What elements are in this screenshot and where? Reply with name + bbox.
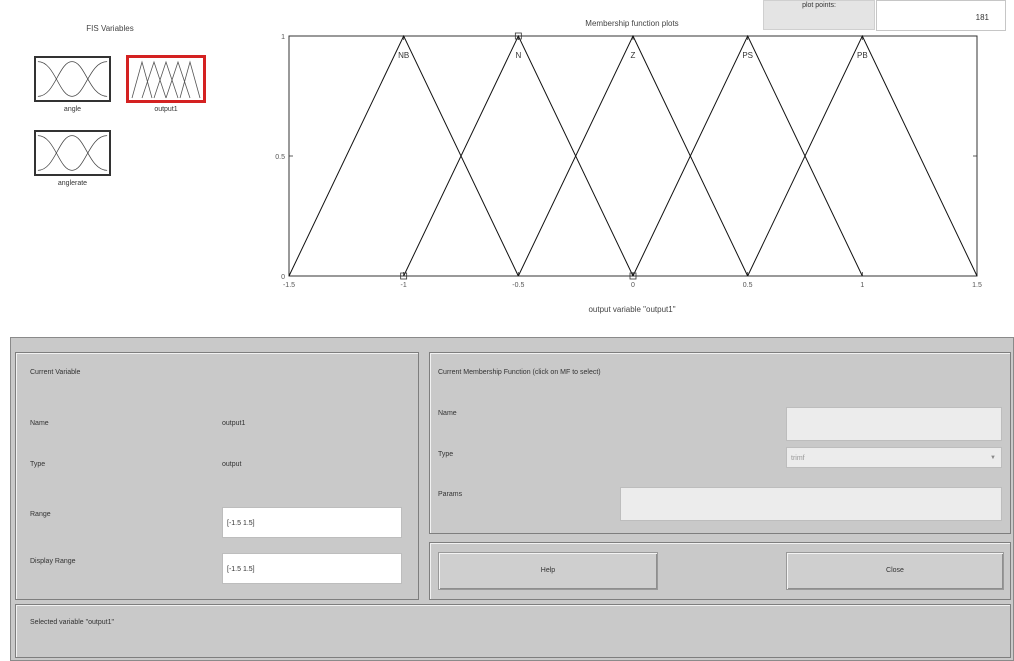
mf-name-label: Name bbox=[438, 410, 457, 417]
x-tick-label: 1.5 bbox=[972, 282, 982, 289]
y-tick-label: 0 bbox=[281, 274, 285, 281]
x-axis-label: output variable "output1" bbox=[588, 305, 675, 314]
x-tick-label: 1 bbox=[860, 282, 864, 289]
plot-title: Membership function plots bbox=[585, 19, 678, 28]
chevron-down-icon: ▼ bbox=[990, 455, 996, 461]
display-range-label: Display Range bbox=[30, 558, 76, 565]
mf-label-pb: PB bbox=[857, 51, 868, 60]
range-input[interactable]: [-1.5 1.5] bbox=[222, 507, 402, 538]
mf-label-ps: PS bbox=[742, 51, 753, 60]
name-label: Name bbox=[30, 420, 49, 427]
name-value: output1 bbox=[222, 420, 246, 427]
help-button[interactable]: Help bbox=[438, 552, 658, 590]
mf-label-z: Z bbox=[631, 51, 636, 60]
button-group: Help Close bbox=[429, 542, 1011, 600]
close-button[interactable]: Close bbox=[786, 552, 1004, 590]
mf-params-input[interactable] bbox=[620, 487, 1002, 521]
mf-params-label: Params bbox=[438, 491, 463, 498]
x-tick-label: 0 bbox=[631, 282, 635, 289]
plot-axes-frame bbox=[288, 35, 978, 277]
x-tick-label: -1.5 bbox=[283, 282, 295, 289]
current-mf-group: Current Membership Function (click on MF… bbox=[429, 352, 1011, 534]
properties-panel: Current Variable Name output1 Type outpu… bbox=[10, 337, 1014, 661]
mf-type-select[interactable]: trimf ▼ bbox=[786, 447, 1002, 468]
current-variable-title: Current Variable bbox=[30, 369, 81, 376]
display-range-input[interactable]: [-1.5 1.5] bbox=[222, 553, 402, 584]
mf-name-input[interactable] bbox=[786, 407, 1002, 441]
range-label: Range bbox=[30, 511, 51, 518]
y-tick-label: 1 bbox=[281, 34, 285, 41]
current-variable-group: Current Variable Name output1 Type outpu… bbox=[15, 352, 419, 600]
y-tick-label: 0.5 bbox=[275, 154, 285, 161]
x-tick-label: -1 bbox=[401, 282, 407, 289]
x-tick-label: 0.5 bbox=[743, 282, 753, 289]
mf-type-value: trimf bbox=[791, 455, 805, 462]
type-value: output bbox=[222, 461, 242, 468]
mf-label-nb: NB bbox=[398, 51, 409, 60]
type-label: Type bbox=[30, 461, 46, 468]
x-tick-label: -0.5 bbox=[512, 282, 524, 289]
membership-function-plot[interactable]: Membership function plots -1.5 -1 -0.5 0 0.5… bbox=[0, 0, 1014, 330]
current-mf-title: Current Membership Function (click on MF… bbox=[438, 369, 601, 376]
status-text: Selected variable "output1" bbox=[30, 619, 114, 626]
status-bar: Selected variable "output1" bbox=[15, 604, 1011, 658]
mf-label-n: N bbox=[515, 51, 521, 60]
mf-type-label: Type bbox=[438, 451, 454, 458]
